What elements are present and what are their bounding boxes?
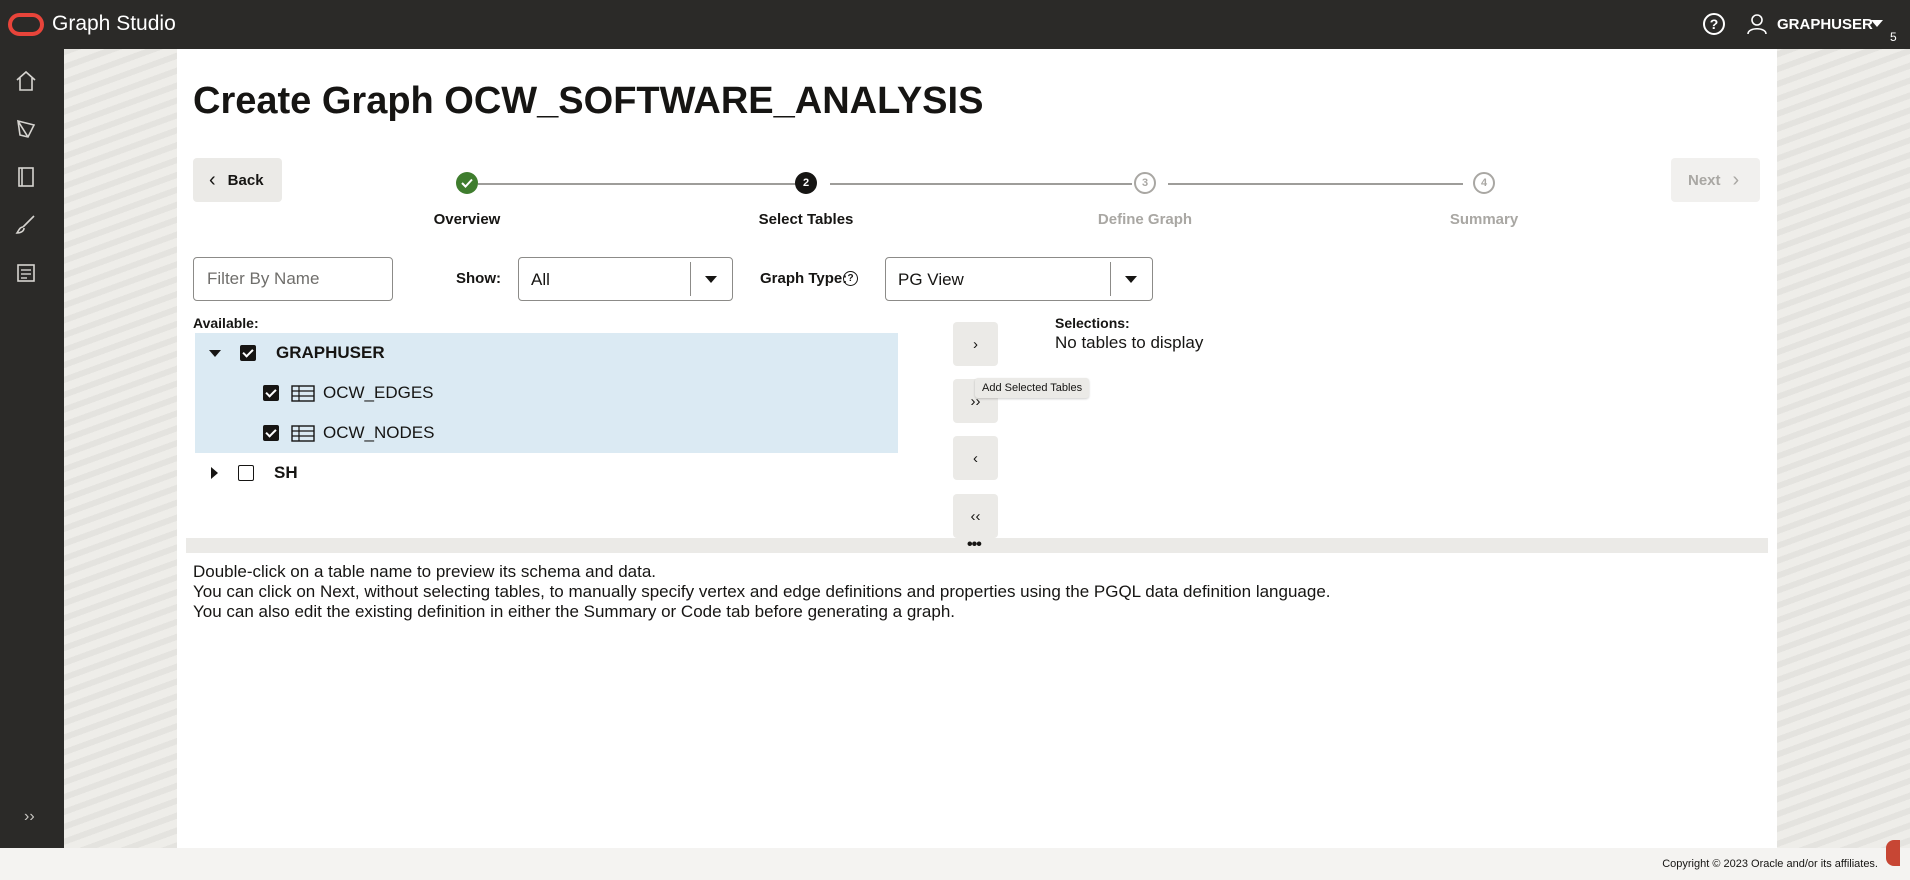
filter-by-name-input[interactable] <box>193 257 393 301</box>
step-3-marker: 3 <box>1134 172 1156 194</box>
caret-right-icon[interactable] <box>211 467 218 479</box>
back-button[interactable]: ‹ Back <box>193 158 282 202</box>
chevron-down-icon <box>1125 276 1137 283</box>
brush-icon[interactable] <box>14 213 38 237</box>
schema-graphuser-label: GRAPHUSER <box>276 343 385 362</box>
step-3-label: Define Graph <box>1097 211 1193 228</box>
footer <box>0 848 1910 880</box>
selections-label: Selections: <box>1055 315 1130 331</box>
table-ocw-nodes-checkbox[interactable] <box>263 425 279 441</box>
show-select-value: All <box>531 270 550 289</box>
table-ocw-edges-label: OCW_EDGES <box>323 383 434 402</box>
table-ocw-edges-checkbox[interactable] <box>263 385 279 401</box>
add-selected-button[interactable]: › <box>953 322 998 366</box>
remove-all-button[interactable]: ‹‹ <box>953 494 998 538</box>
chevron-down-icon <box>705 276 717 283</box>
graph-type-select[interactable]: PG View <box>885 257 1153 301</box>
next-button-label: Next <box>1688 171 1721 189</box>
selections-empty-text: No tables to display <box>1055 333 1204 352</box>
feedback-badge[interactable] <box>1886 840 1900 866</box>
user-icon[interactable] <box>1746 13 1768 35</box>
side-nav <box>0 49 64 848</box>
edge-number: 5 <box>1890 30 1897 44</box>
help-text: Double-click on a table name to preview … <box>193 562 1331 622</box>
step-connector <box>830 183 1132 185</box>
tree-schema-sh[interactable]: SH <box>211 453 298 493</box>
app-title[interactable]: Graph Studio <box>52 12 176 36</box>
chevron-left-icon: ‹ <box>209 168 216 191</box>
step-1-label[interactable]: Overview <box>434 211 501 228</box>
remove-selected-button[interactable]: ‹ <box>953 436 998 480</box>
available-label: Available: <box>193 315 259 331</box>
back-button-label: Back <box>227 171 264 189</box>
home-icon[interactable] <box>14 69 38 93</box>
graph-icon[interactable] <box>14 117 38 141</box>
graph-type-label: Graph Type: <box>760 270 848 287</box>
help-line: You can also edit the existing definitio… <box>193 602 956 621</box>
notebook-icon[interactable] <box>14 165 38 189</box>
show-select[interactable]: All <box>518 257 733 301</box>
expand-nav-button[interactable]: ›› <box>24 808 35 826</box>
schema-sh-label: SH <box>274 463 298 482</box>
top-bar <box>0 0 1910 49</box>
table-icon <box>291 424 315 442</box>
chevron-down-icon[interactable] <box>1871 20 1883 27</box>
help-line: Double-click on a table name to preview … <box>193 562 657 581</box>
table-ocw-nodes-label: OCW_NODES <box>323 423 435 442</box>
schema-graphuser-checkbox[interactable] <box>240 345 256 361</box>
next-button[interactable]: Next › <box>1671 158 1760 202</box>
help-line: You can click on Next, without selecting… <box>193 582 1331 601</box>
schema-sh-checkbox[interactable] <box>238 465 254 481</box>
step-4-marker: 4 <box>1473 172 1495 194</box>
step-1-check-icon[interactable] <box>456 172 478 194</box>
graph-type-help-icon[interactable]: ? <box>843 271 858 286</box>
step-4-label: Summary <box>1449 211 1519 228</box>
step-connector <box>1168 183 1463 185</box>
copyright-text: Copyright © 2023 Oracle and/or its affil… <box>1662 858 1878 870</box>
drag-handle-icon[interactable]: ••• <box>967 536 982 554</box>
show-label: Show: <box>456 270 501 287</box>
tree-table-ocw-edges[interactable]: OCW_EDGES <box>263 373 434 413</box>
step-2-label[interactable]: Select Tables <box>759 211 854 228</box>
add-selected-tooltip: Add Selected Tables <box>975 378 1090 398</box>
tree-table-ocw-nodes[interactable]: OCW_NODES <box>263 413 434 453</box>
caret-down-icon[interactable] <box>209 349 221 357</box>
tree-schema-graphuser[interactable]: GRAPHUSER <box>209 333 385 373</box>
oracle-logo[interactable] <box>8 13 44 36</box>
table-icon <box>291 384 315 402</box>
chevron-right-icon: › <box>1732 168 1740 191</box>
step-connector <box>478 183 797 185</box>
page-title: Create Graph OCW_SOFTWARE_ANALYSIS <box>193 80 984 122</box>
jobs-icon[interactable] <box>14 261 38 285</box>
help-icon[interactable]: ? <box>1703 13 1725 35</box>
user-menu-name[interactable]: GRAPHUSER <box>1777 16 1873 33</box>
graph-type-select-value: PG View <box>898 270 964 289</box>
step-2-marker[interactable]: 2 <box>795 172 817 194</box>
